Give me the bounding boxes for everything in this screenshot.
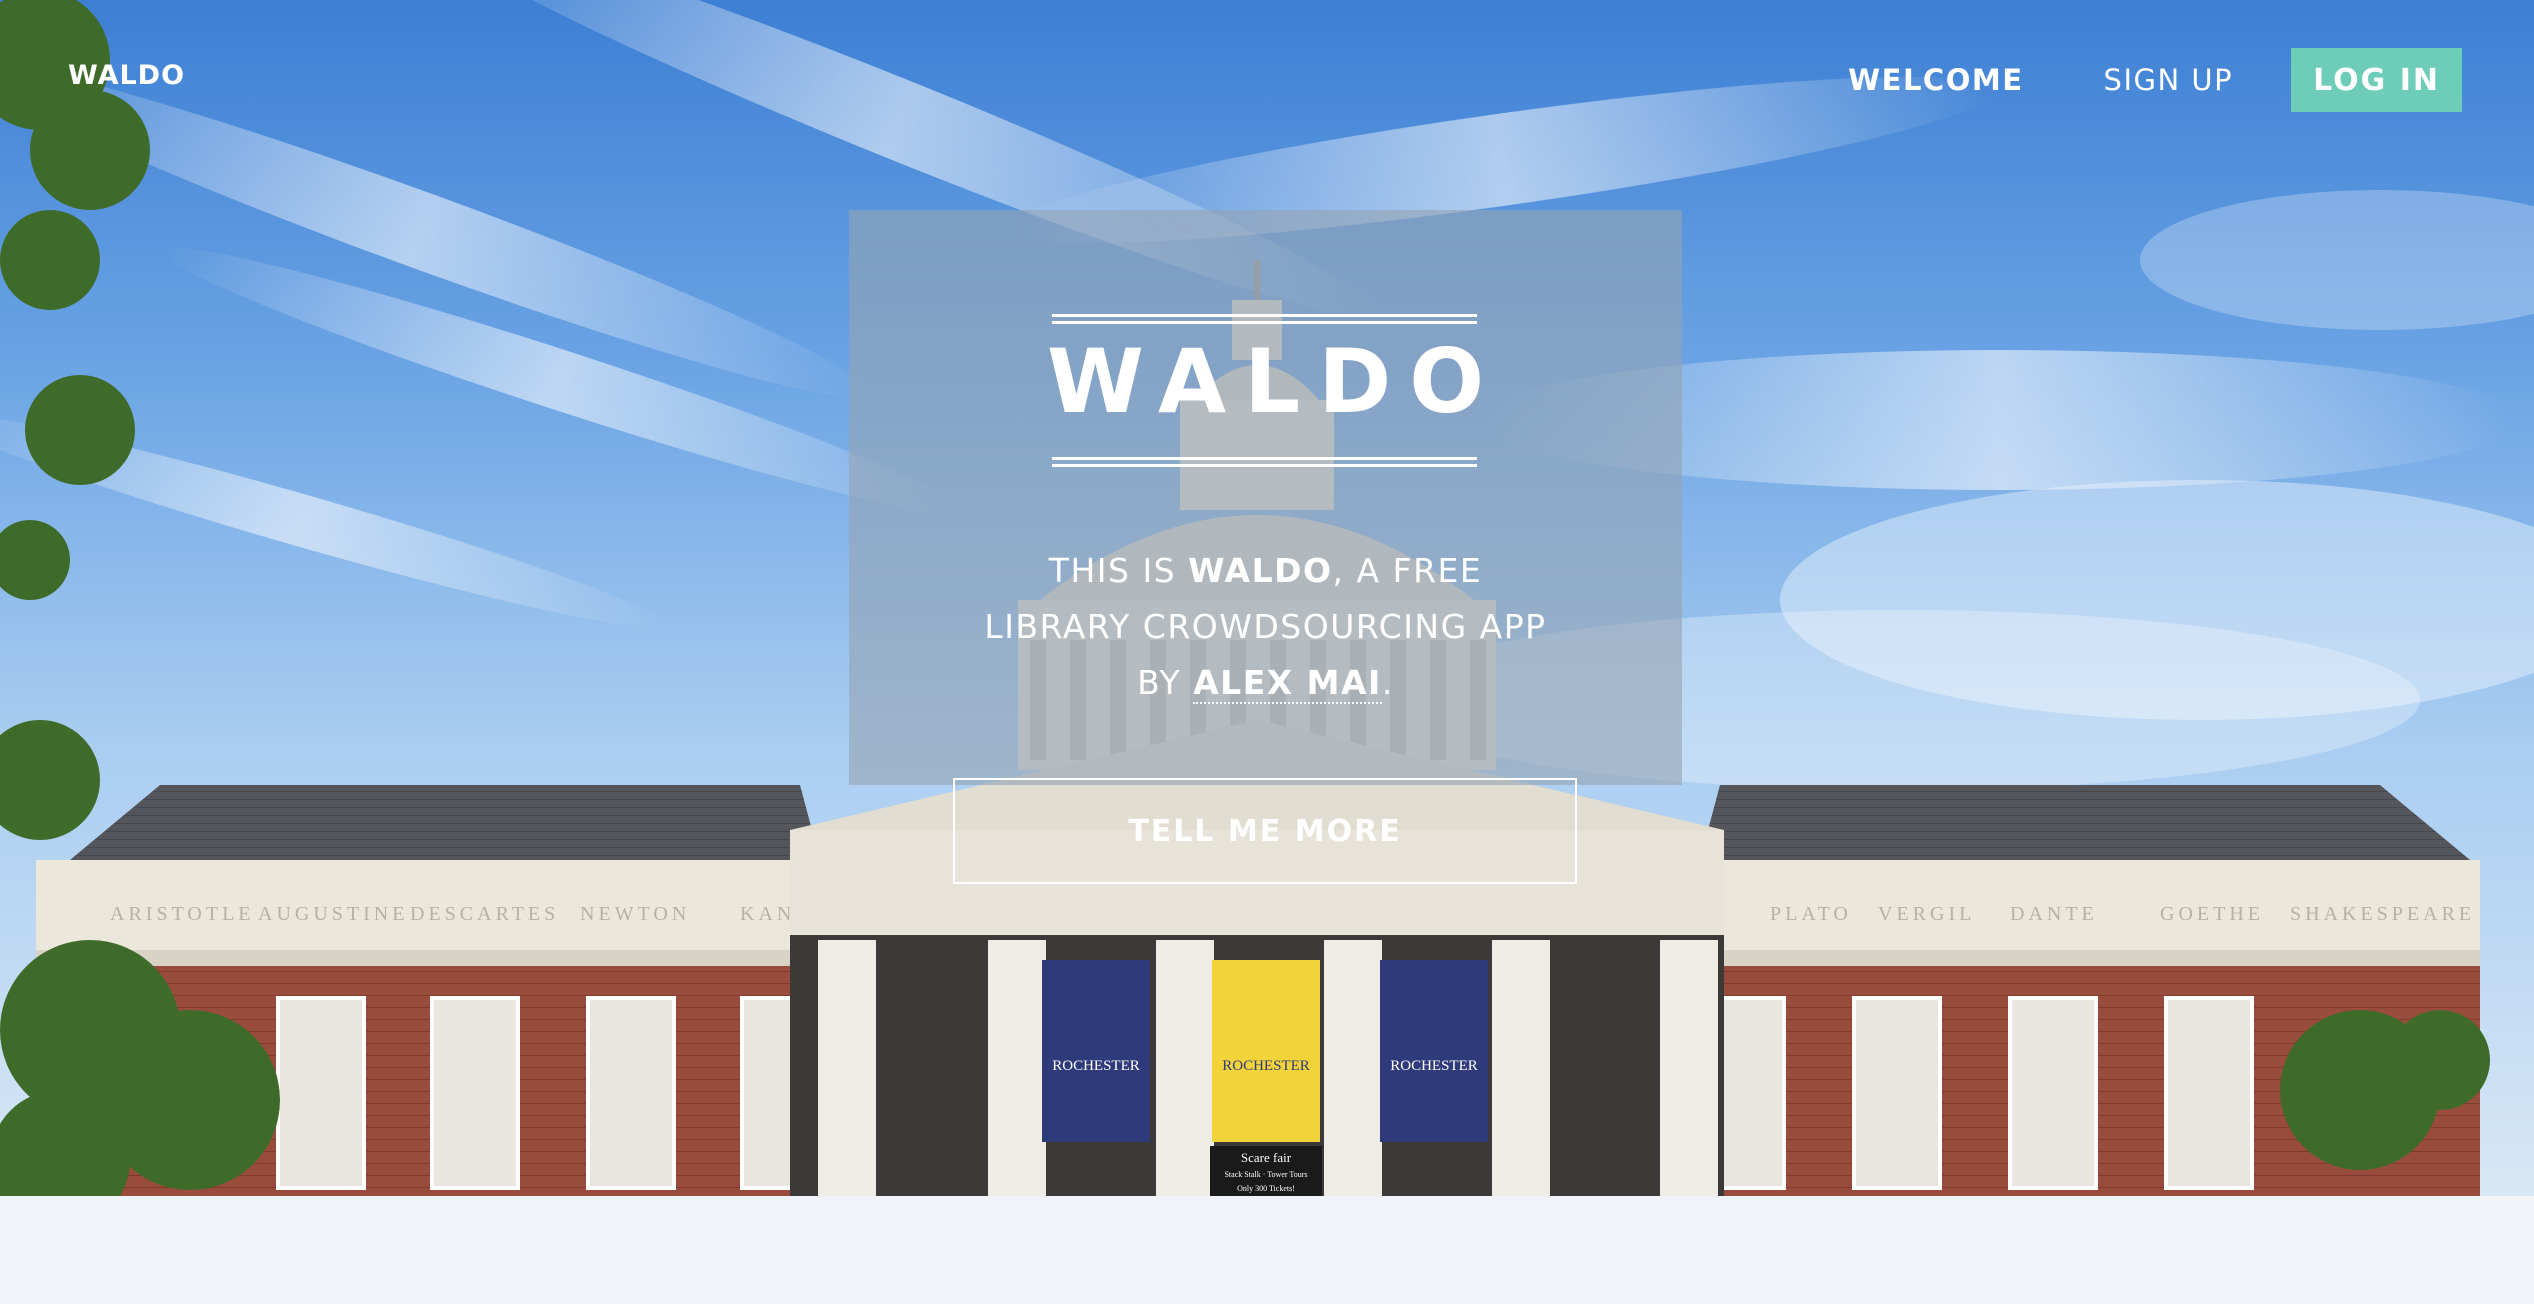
banner-text: ROCHESTER [1052,1058,1140,1074]
frieze-name: AUGUSTINE [258,903,408,925]
intro-panel: WALDO THIS IS WALDO, A FREE LIBRARY CROW… [849,210,1682,884]
tagline-text: THIS IS [1048,551,1189,590]
tagline-text: BY [1137,663,1194,702]
banners: ROCHESTER ROCHESTER ROCHESTER [1042,960,1488,1142]
title-rule-bottom-2 [1052,464,1477,467]
frieze-name: ARISTOTLE [110,903,255,925]
hero-tagline: THIS IS WALDO, A FREE LIBRARY CROWDSOURC… [849,543,1682,711]
banner-text: ROCHESTER [1390,1058,1478,1074]
title-rule-bottom [1052,457,1477,460]
frieze-name: VERGIL [1878,903,1975,925]
tagline-text: LIBRARY CROWDSOURCING APP [984,607,1547,646]
nav-link-sign-up[interactable]: SIGN UP [2104,63,2234,97]
login-button[interactable]: LOG IN [2291,48,2462,112]
frieze-name: PLATO [1770,903,1852,925]
top-nav: WELCOME SIGN UP LOG IN [1768,48,2462,112]
frieze-name: GOETHE [2160,903,2264,925]
sign-line: Only 300 Tickets! [1237,1184,1295,1193]
frieze-name: DANTE [2010,903,2098,925]
author-link[interactable]: ALEX MAI [1193,663,1382,704]
hero-title: WALDO [1046,330,1503,433]
lower-section [0,1196,2534,1304]
frieze-name: NEWTON [580,903,690,925]
title-rule-top [1052,314,1477,317]
sign-line: Scare fair [1241,1150,1292,1165]
title-rule-top-2 [1052,321,1477,324]
tagline-app-name: WALDO [1188,551,1333,590]
frieze-name: SHAKESPEARE [2290,903,2475,925]
frieze-name: DESCARTES [410,903,559,925]
tell-me-more-button[interactable]: TELL ME MORE [953,778,1577,884]
brand-logo[interactable]: WALDO [68,60,185,91]
sign-line: Stack Stalk · Tower Tours [1224,1170,1307,1179]
event-sign: Scare fair Stack Stalk · Tower Tours Onl… [1210,1146,1322,1196]
nav-link-welcome[interactable]: WELCOME [1848,63,2023,97]
tagline-text: , A FREE [1332,551,1483,590]
tagline-text: . [1381,663,1394,702]
banner-text: ROCHESTER [1222,1058,1310,1074]
